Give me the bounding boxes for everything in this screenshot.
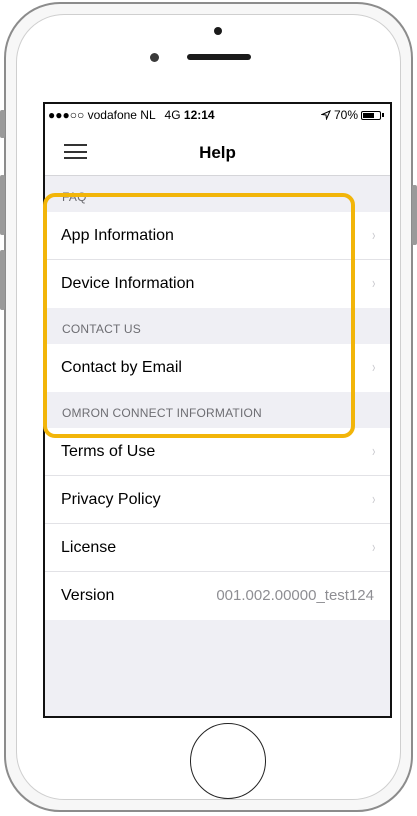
row-license[interactable]: License ›: [45, 524, 390, 572]
battery-icon: [361, 110, 381, 120]
status-time: 12:14: [183, 108, 215, 122]
chevron-right-icon: ›: [371, 443, 375, 460]
row-label: Terms of Use: [61, 443, 156, 460]
row-label: License: [61, 539, 117, 556]
highlight-box: [43, 193, 355, 438]
version-value: 001.002.00000_test124: [216, 587, 374, 604]
page-title: Help: [199, 143, 236, 162]
volume-down-button: [0, 250, 5, 310]
chevron-right-icon: ›: [371, 359, 375, 376]
network-type: 4G: [164, 108, 181, 122]
signal-strength-icon: ●●●○○: [48, 108, 85, 122]
status-right: 70%: [320, 108, 384, 122]
battery-fill: [363, 112, 375, 118]
battery-nub: [382, 113, 384, 117]
volume-up-button: [0, 175, 5, 235]
mute-switch: [0, 110, 5, 138]
row-privacy-policy[interactable]: Privacy Policy ›: [45, 476, 390, 524]
front-camera-icon: [150, 53, 159, 62]
row-label: Version: [61, 587, 115, 604]
power-button: [412, 185, 417, 245]
chevron-right-icon: ›: [371, 539, 375, 556]
carrier-name: vodafone NL: [87, 108, 156, 122]
chevron-right-icon: ›: [371, 491, 375, 508]
chevron-right-icon: ›: [371, 275, 375, 292]
status-bar: ●●●○○ vodafone NL 4G 12:14 70%: [45, 104, 390, 126]
status-left: ●●●○○ vodafone NL 4G 12:14: [48, 108, 215, 122]
location-arrow-icon: [320, 110, 331, 120]
battery-percent: 70%: [333, 108, 358, 122]
info-group: Terms of Use › Privacy Policy › License …: [45, 428, 390, 620]
earpiece-speaker: [187, 54, 251, 60]
nav-bar: Help: [45, 126, 390, 176]
home-button[interactable]: [190, 723, 266, 799]
chevron-right-icon: ›: [371, 227, 375, 244]
proximity-sensor: [214, 27, 222, 35]
row-label: Privacy Policy: [61, 491, 161, 508]
row-version: Version 001.002.00000_test124: [45, 572, 390, 620]
